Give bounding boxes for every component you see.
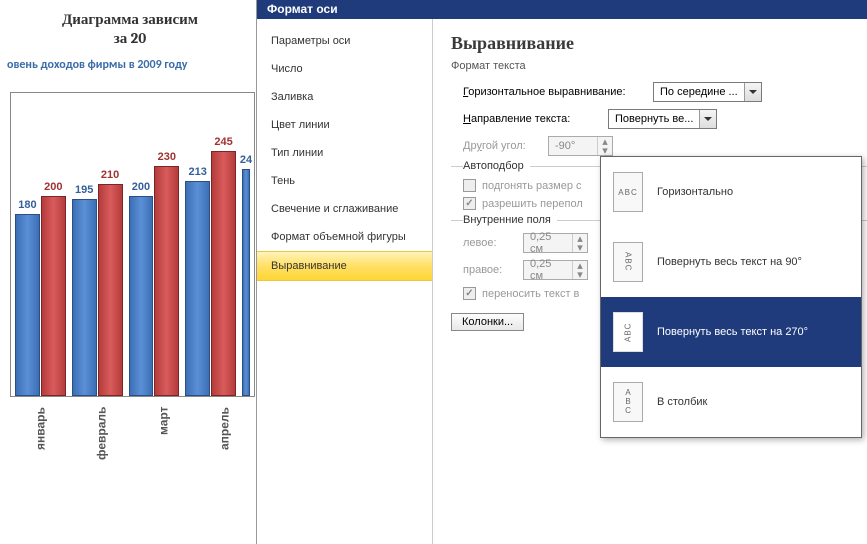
checkbox-icon (463, 287, 476, 300)
x-axis-label: март (133, 407, 194, 477)
autofit-overflow-label: разрешить перепол (482, 198, 583, 210)
bar-label: 195 (75, 184, 93, 196)
spinner-down-icon: ▾ (598, 146, 612, 155)
autofit-legend: Автоподбор (463, 160, 530, 172)
other-angle-label: Другой угол: (463, 140, 548, 152)
nav-shadow[interactable]: Тень (257, 167, 432, 195)
text-direction-dropdown: ABC Горизонтально ABC Повернуть весь тек… (600, 156, 862, 438)
horizontal-align-row: Горизонтальное выравнивание: По середине… (463, 82, 867, 102)
spinner-buttons: ▴ ▾ (597, 137, 612, 155)
spinner-value: 0,25 см (524, 258, 572, 282)
bar-label: 245 (214, 136, 232, 148)
columns-button[interactable]: Колонки... (451, 313, 524, 331)
text-rotate-270-icon: ABC (613, 312, 643, 352)
chart-panel: Диаграмма зависимза 20 овень доходов фир… (0, 0, 260, 544)
bar-2009-apr: 245 (211, 151, 236, 396)
other-angle-row: Другой угол: -90° ▴ ▾ (463, 136, 867, 156)
nav-alignment[interactable]: Выравнивание (257, 251, 432, 281)
margin-left-spinner: 0,25 см ▴▾ (523, 233, 588, 253)
bar-group: 195 210 (72, 93, 123, 396)
dd-label: В столбик (657, 396, 707, 408)
chevron-down-icon[interactable] (699, 110, 716, 128)
spinner-buttons: ▴▾ (572, 261, 587, 279)
dd-option-horizontal[interactable]: ABC Горизонтально (601, 157, 861, 227)
text-direction-combo[interactable]: Повернуть ве... (608, 109, 717, 129)
text-stacked-icon: ABC (613, 382, 643, 422)
chart-subtitle: овень доходов фирмы в 2009 году (5, 58, 255, 72)
margins-legend: Внутренние поля (463, 214, 557, 226)
dd-option-rotate-90[interactable]: ABC Повернуть весь текст на 90° (601, 227, 861, 297)
nav-axis-options[interactable]: Параметры оси (257, 27, 432, 55)
margin-right-label: правое: (463, 264, 523, 276)
margin-right-spinner: 0,25 см ▴▾ (523, 260, 588, 280)
text-direction-label: Направление текста: (463, 113, 608, 125)
bar-2009-jan: 200 (41, 196, 66, 396)
bar-2008-jan: 180 (15, 214, 40, 396)
bar-2008-apr: 213 (185, 181, 210, 396)
bar-label: 180 (18, 199, 36, 211)
button-label: Колонки... (462, 316, 513, 328)
bar-group: 200 230 (129, 93, 180, 396)
bar-2008-mar: 200 (129, 196, 154, 396)
dd-option-rotate-270[interactable]: ABC Повернуть весь текст на 270° (601, 297, 861, 367)
dialog-nav: Параметры оси Число Заливка Цвет линии Т… (257, 19, 433, 544)
combo-text: Повернуть ве... (609, 113, 699, 125)
nav-line-type[interactable]: Тип линии (257, 139, 432, 167)
dialog-title: Формат оси (257, 0, 867, 19)
dd-label: Повернуть весь текст на 90° (657, 256, 802, 268)
bar-2008-feb: 195 (72, 199, 97, 396)
other-angle-spinner: -90° ▴ ▾ (548, 136, 613, 156)
dd-option-stacked[interactable]: ABC В столбик (601, 367, 861, 437)
chart-title: Диаграмма зависимза 20 (5, 10, 255, 48)
x-axis-label: январь (10, 407, 71, 477)
dd-label: Повернуть весь текст на 270° (657, 326, 808, 338)
checkbox-icon (463, 179, 476, 192)
bar-groups: 180 200 195 210 200 (11, 93, 254, 396)
nav-glow[interactable]: Свечение и сглаживание (257, 195, 432, 223)
bar-label: 24 (240, 154, 252, 166)
horizontal-align-combo[interactable]: По середине ... (653, 82, 762, 102)
plot-area: 180 200 195 210 200 (10, 92, 255, 397)
bar-label: 230 (158, 151, 176, 163)
text-direction-row: Направление текста: Повернуть ве... (463, 109, 867, 129)
combo-text: По середине ... (654, 86, 744, 98)
spinner-value: 0,25 см (524, 231, 572, 255)
text-horizontal-icon: ABC (613, 172, 643, 212)
dd-label: Горизонтально (657, 186, 733, 198)
autofit-shrink-label: подгонять размер с (482, 180, 582, 192)
bar-2009-mar: 230 (154, 166, 179, 396)
bar-label: 213 (189, 166, 207, 178)
text-format-label: Формат текста (451, 60, 867, 72)
text-rotate-90-icon: ABC (613, 242, 643, 282)
x-axis-labels: январь февраль март апрель (10, 407, 255, 477)
spinner-value: -90° (549, 140, 597, 152)
checkbox-icon (463, 197, 476, 210)
bar-group: 213 245 (185, 93, 236, 396)
bar-label: 210 (101, 169, 119, 181)
bar-group-partial: 24 (242, 93, 250, 396)
bar-label: 200 (132, 181, 150, 193)
margin-left-label: левое: (463, 237, 523, 249)
x-axis-label: апрель (194, 407, 255, 477)
nav-number[interactable]: Число (257, 55, 432, 83)
nav-fill[interactable]: Заливка (257, 83, 432, 111)
nav-line-color[interactable]: Цвет линии (257, 111, 432, 139)
bar-2009-feb: 210 (98, 184, 123, 396)
bar-label: 200 (44, 181, 62, 193)
horizontal-align-label: Горизонтальное выравнивание: (463, 86, 653, 98)
x-axis-label: февраль (71, 407, 132, 477)
nav-3d-format[interactable]: Формат объемной фигуры (257, 223, 432, 251)
wrap-text-label: переносить текст в (482, 288, 579, 300)
bar-partial: 24 (242, 169, 250, 396)
bar-group: 180 200 (15, 93, 66, 396)
chevron-down-icon[interactable] (744, 83, 761, 101)
spinner-buttons: ▴▾ (572, 234, 587, 252)
panel-heading: Выравнивание (451, 33, 867, 54)
